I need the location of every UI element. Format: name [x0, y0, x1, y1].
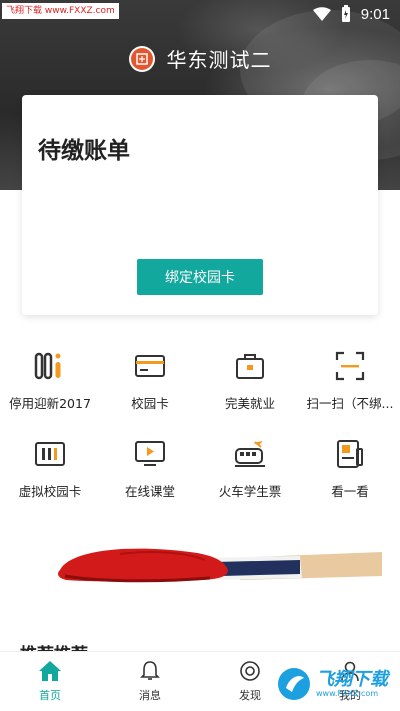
grid-item-online-class[interactable]: 在线课堂 — [100, 433, 200, 521]
status-bar: 飞翔下载 www.FXXZ.com 9:01 — [0, 0, 400, 28]
card-icon — [133, 349, 167, 383]
grid-item-campus-card[interactable]: 校园卡 — [100, 345, 200, 433]
virtual-card-icon — [33, 437, 67, 471]
corner-watermark: 飞翔下载 www.FXXZ.com — [276, 664, 396, 704]
grid-label: 扫一扫（不绑... — [306, 396, 394, 411]
sneaker-banner-image — [58, 548, 382, 583]
tab-label: 首页 — [39, 689, 61, 702]
pending-bill-card: 待缴账单 绑定校园卡 — [22, 95, 378, 315]
grid-label: 火车学生票 — [218, 484, 282, 499]
school-name[interactable]: 华东测试二 — [167, 44, 272, 73]
grid-label: 在线课堂 — [124, 484, 175, 499]
grid-item-scan[interactable]: 扫一扫（不绑... — [300, 345, 400, 433]
grid-label: 看一看 — [331, 484, 369, 499]
watermark-sub: www.FXXZ.com — [316, 688, 379, 698]
tab-label: 消息 — [139, 689, 161, 702]
grid-item-train-ticket[interactable]: 火车学生票 — [200, 433, 300, 521]
home-icon — [39, 661, 61, 681]
grid-item-welcome[interactable]: 停用迎新2017 — [0, 345, 100, 433]
reader-icon — [333, 437, 367, 471]
compass-icon — [240, 661, 260, 681]
grid-item-virtual-card[interactable]: 虚拟校园卡 — [0, 433, 100, 521]
scan-icon — [333, 349, 367, 383]
bill-title: 待缴账单 — [38, 138, 130, 164]
train-icon — [233, 437, 267, 471]
briefcase-icon — [233, 349, 267, 383]
school-header: 华东测试二 — [0, 44, 400, 73]
grid-item-employment[interactable]: 完美就业 — [200, 345, 300, 433]
watermark-text: 飞翔下载 — [316, 668, 388, 690]
grid-label: 虚拟校园卡 — [18, 484, 82, 499]
grid-item-look[interactable]: 看一看 — [300, 433, 400, 521]
school-logo — [128, 45, 155, 72]
bell-icon — [140, 661, 160, 680]
watermark-tag: 飞翔下载 www.FXXZ.com — [2, 3, 119, 19]
grid-label: 校园卡 — [131, 396, 169, 411]
tab-label: 发现 — [239, 689, 261, 702]
grid-label: 完美就业 — [224, 396, 275, 411]
tab-messages[interactable]: 消息 — [100, 652, 200, 711]
welcome-icon — [33, 349, 67, 383]
wifi-icon — [312, 7, 331, 22]
tab-home[interactable]: 首页 — [0, 652, 100, 711]
bind-campus-card-button[interactable]: 绑定校园卡 — [137, 259, 263, 295]
grid-label: 停用迎新2017 — [9, 396, 91, 411]
video-class-icon — [133, 437, 167, 471]
status-time: 9:01 — [360, 5, 390, 23]
battery-icon — [341, 5, 350, 22]
watermark-logo-icon — [278, 668, 310, 700]
feature-grid: 停用迎新2017 校园卡 完美就业 扫一扫（不绑... 虚拟校园卡 在线课堂 火… — [0, 345, 400, 521]
promo-banner[interactable] — [0, 530, 400, 630]
